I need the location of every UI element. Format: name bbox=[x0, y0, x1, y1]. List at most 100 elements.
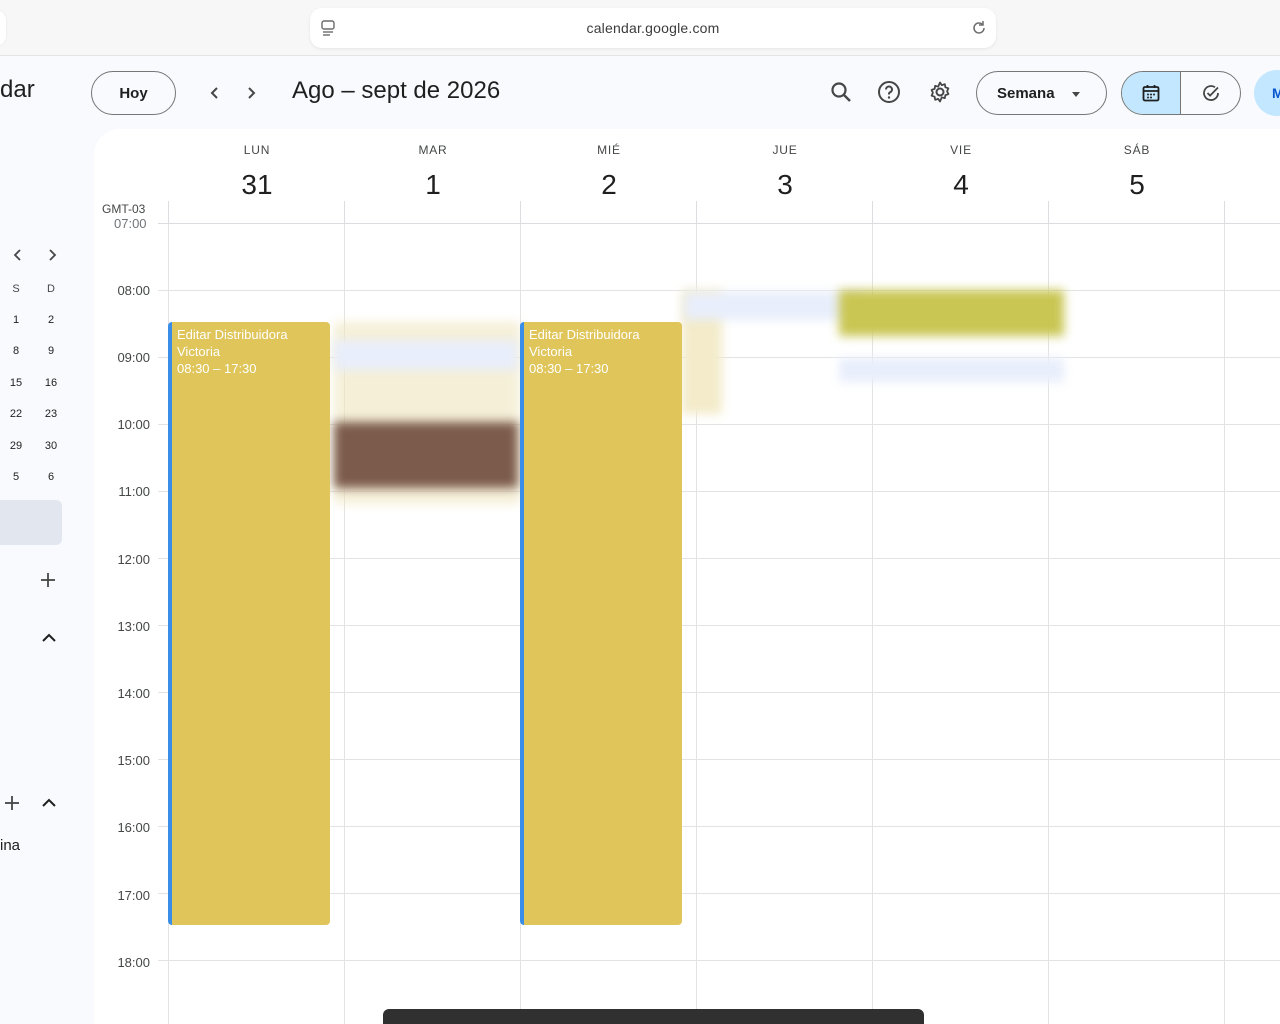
previous-week-button[interactable] bbox=[200, 78, 230, 108]
next-week-button[interactable] bbox=[236, 78, 266, 108]
mini-calendar-day[interactable]: 9 bbox=[39, 345, 63, 357]
address-bar[interactable]: calendar.google.com bbox=[310, 8, 996, 48]
calendar-view-button[interactable] bbox=[1122, 72, 1182, 114]
day-column-divider bbox=[1224, 224, 1225, 1024]
browser-back-stub[interactable] bbox=[0, 10, 6, 46]
header-divider bbox=[872, 201, 873, 223]
blurred-event[interactable] bbox=[334, 340, 518, 370]
day-header-thu[interactable]: JUE 3 bbox=[697, 129, 873, 201]
check-circle-icon bbox=[1202, 85, 1219, 101]
hour-label: 16:00 bbox=[117, 820, 150, 835]
blurred-event[interactable] bbox=[684, 292, 864, 320]
help-icon bbox=[878, 81, 900, 103]
mini-calendar-day[interactable]: 1 bbox=[4, 314, 28, 326]
plus-icon bbox=[41, 573, 55, 587]
hour-label: 13:00 bbox=[117, 619, 150, 634]
day-header-mon[interactable]: LUN 31 bbox=[169, 129, 345, 201]
chevron-right-icon bbox=[49, 249, 57, 261]
reload-icon[interactable] bbox=[970, 19, 988, 37]
day-header-fri[interactable]: VIE 4 bbox=[873, 129, 1049, 201]
chevron-right-icon bbox=[248, 87, 256, 99]
help-button[interactable] bbox=[873, 76, 905, 108]
day-number[interactable]: 31 bbox=[169, 169, 345, 201]
app-title: dar bbox=[0, 76, 35, 103]
event-title: Editar Distribuidora Victoria bbox=[177, 327, 288, 359]
event-time: 08:30 – 17:30 bbox=[529, 361, 609, 376]
day-number[interactable]: 2 bbox=[521, 169, 697, 201]
day-number[interactable]: 4 bbox=[873, 169, 1049, 201]
blurred-event[interactable] bbox=[839, 358, 1064, 382]
day-number[interactable]: 1 bbox=[345, 169, 521, 201]
hour-label: 11:00 bbox=[118, 484, 150, 499]
add-calendar-button[interactable] bbox=[37, 569, 59, 591]
header-divider bbox=[344, 201, 345, 223]
mini-calendar-day[interactable]: 16 bbox=[39, 377, 63, 389]
sidebar-selected-item[interactable] bbox=[0, 500, 62, 545]
sidebar-calendar-label[interactable]: ina bbox=[0, 837, 20, 854]
header-divider bbox=[1224, 201, 1225, 223]
blurred-event[interactable] bbox=[839, 290, 1064, 336]
mini-calendar-day[interactable]: 22 bbox=[4, 408, 28, 420]
avatar[interactable]: M bbox=[1254, 70, 1280, 116]
collapse-section-button[interactable] bbox=[38, 627, 60, 649]
mini-calendar-day[interactable]: 23 bbox=[39, 408, 63, 420]
day-name: MIÉ bbox=[597, 143, 621, 157]
chevron-up-icon bbox=[42, 798, 56, 807]
search-icon bbox=[831, 82, 851, 102]
event-card[interactable]: Editar Distribuidora Victoria 08:30 – 17… bbox=[168, 322, 330, 925]
hour-label: 14:00 bbox=[117, 686, 150, 701]
day-header-wed[interactable]: MIÉ 2 bbox=[521, 129, 697, 201]
hour-label: 15:00 bbox=[117, 753, 150, 768]
mini-calendar-day[interactable]: 8 bbox=[4, 345, 28, 357]
chevron-left-icon bbox=[210, 87, 218, 99]
header-divider bbox=[520, 201, 521, 223]
hour-line bbox=[158, 960, 1280, 961]
mini-calendar-header-sat: S bbox=[12, 283, 20, 295]
mini-calendar-day[interactable]: 29 bbox=[4, 440, 28, 452]
mini-calendar-prev[interactable] bbox=[10, 247, 26, 263]
day-name: MAR bbox=[418, 143, 448, 157]
hour-label: 17:00 bbox=[117, 888, 150, 903]
settings-button[interactable] bbox=[924, 76, 956, 108]
day-header-sat[interactable]: SÁB 5 bbox=[1049, 129, 1225, 201]
view-toggle bbox=[1121, 71, 1241, 115]
bottom-toolbar[interactable] bbox=[383, 1009, 924, 1024]
header-divider bbox=[696, 201, 697, 223]
url-text[interactable]: calendar.google.com bbox=[310, 20, 996, 36]
mini-calendar-day[interactable]: 6 bbox=[39, 471, 63, 483]
search-button[interactable] bbox=[825, 76, 857, 108]
week-view: LUN 31 MAR 1 MIÉ 2 JUE 3 VIE 4 SÁB 5 GMT… bbox=[94, 129, 1280, 1024]
mini-calendar-day[interactable]: 15 bbox=[4, 377, 28, 389]
day-number[interactable]: 3 bbox=[697, 169, 873, 201]
event-time: 08:30 – 17:30 bbox=[177, 361, 257, 376]
add-other-calendar-button[interactable] bbox=[1, 792, 23, 814]
day-name: JUE bbox=[772, 143, 798, 157]
day-name: SÁB bbox=[1123, 143, 1151, 157]
mini-calendar-header-sun: D bbox=[47, 283, 55, 295]
collapse-other-calendars-button[interactable] bbox=[38, 792, 60, 814]
event-card[interactable]: Editar Distribuidora Victoria 08:30 – 17… bbox=[520, 322, 682, 925]
mini-calendar-day[interactable]: 5 bbox=[4, 471, 28, 483]
mini-calendar-next[interactable] bbox=[44, 247, 60, 263]
mini-calendar-day[interactable]: 30 bbox=[39, 440, 63, 452]
day-column-divider bbox=[1048, 224, 1049, 1024]
tasks-view-button[interactable] bbox=[1181, 72, 1240, 114]
day-column-divider bbox=[872, 224, 873, 1024]
event-title: Editar Distribuidora Victoria bbox=[529, 327, 640, 359]
hour-label: 12:00 bbox=[117, 552, 150, 567]
hour-label: 08:00 bbox=[117, 283, 150, 298]
view-selector[interactable]: Semana bbox=[976, 71, 1107, 115]
today-button[interactable]: Hoy bbox=[91, 71, 176, 115]
gear-icon bbox=[930, 81, 950, 103]
mini-calendar-day[interactable]: 2 bbox=[39, 314, 63, 326]
blurred-event[interactable] bbox=[334, 422, 518, 488]
hour-label: 18:00 bbox=[117, 955, 150, 970]
chevron-up-icon bbox=[42, 633, 56, 642]
day-number[interactable]: 5 bbox=[1049, 169, 1225, 201]
caret-down-icon bbox=[1072, 92, 1080, 97]
day-header-tue[interactable]: MAR 1 bbox=[345, 129, 521, 201]
hour-label-partial: 07:00 bbox=[114, 216, 147, 231]
time-grid[interactable]: 07:00 08:00 09:00 10:00 11:00 12:00 13:0… bbox=[94, 216, 1280, 1024]
view-selector-label: Semana bbox=[997, 84, 1055, 102]
plus-icon bbox=[5, 796, 19, 810]
